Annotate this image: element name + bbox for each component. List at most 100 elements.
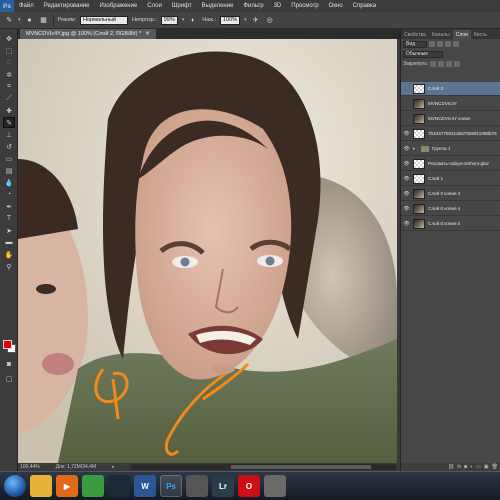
menu-window[interactable]: Окно [324,3,348,9]
layer-row[interactable]: 👁 Слой 0 копия 5 [401,217,500,231]
lock-pixels-icon[interactable] [438,61,445,67]
filter-pixel-icon[interactable] [429,41,435,47]
layer-row[interactable]: 👁 Рисовать-nabуa-orehom-glaz [401,157,500,171]
dodge-icon[interactable]: ◔ [3,189,15,200]
foreground-color-swatch[interactable] [3,340,12,349]
app-icon[interactable] [186,475,208,497]
lightroom-icon[interactable]: Lr [212,475,234,497]
eye-icon[interactable]: 👁 [403,190,410,197]
menu-image[interactable]: Изображение [94,3,142,9]
explorer-icon[interactable] [30,475,52,497]
eye-icon[interactable]: 👁 [403,175,410,182]
photoshop-icon[interactable]: Ps [160,475,182,497]
menu-file[interactable]: Файл [14,3,39,9]
delete-layer-icon[interactable]: 🗑 [492,464,498,470]
start-button[interactable] [4,475,26,497]
filter-shape-icon[interactable] [453,41,459,47]
eye-icon[interactable] [403,100,410,107]
lasso-icon[interactable]: ◌ [3,57,15,68]
document-canvas[interactable] [18,39,397,463]
lock-all-icon[interactable] [454,61,461,67]
eyedropper-icon[interactable]: ⟋ [3,93,15,104]
brush-preset-icon[interactable]: ✎ [4,15,14,25]
quick-select-icon[interactable]: ✲ [3,69,15,80]
layer-style-icon[interactable]: fx [457,464,461,470]
flow-field[interactable]: 100% [220,15,241,25]
layer-row[interactable]: 👁 7b434770021ab57559911388b76 [401,127,500,141]
horizontal-scrollbar[interactable] [130,464,396,470]
blend-mode-select[interactable]: Обычные [403,50,443,58]
layer-row[interactable]: Слой 2 [401,82,500,96]
airbrush-icon[interactable]: ✈ [251,15,261,25]
pressure-size-icon[interactable]: ◎ [265,15,275,25]
eye-icon[interactable] [403,85,410,92]
media-player-icon[interactable]: ▶ [56,475,78,497]
eraser-icon[interactable]: ▭ [3,153,15,164]
clone-stamp-icon[interactable]: ⊥ [3,129,15,140]
eye-icon[interactable]: 👁 [403,160,410,167]
scrollbar-thumb[interactable] [230,465,371,469]
pressure-opacity-icon[interactable]: ◐ [188,15,198,25]
filter-adjustment-icon[interactable] [437,41,443,47]
tab-channels[interactable]: Каналы [429,30,453,39]
layer-row[interactable]: 👁 Слой 1 [401,172,500,186]
gradient-icon[interactable]: ▤ [3,165,15,176]
layer-group-row[interactable]: 👁 ▸ Группа 1 [401,142,500,156]
chevron-down-icon[interactable]: ▾ [18,17,21,23]
steam-icon[interactable] [108,475,130,497]
screen-mode-icon[interactable]: ▢ [3,373,15,384]
opera-icon[interactable]: O [238,475,260,497]
chrome-icon[interactable] [82,475,104,497]
layer-row[interactable]: MVNCDVIc4Y копия [401,112,500,126]
new-layer-icon[interactable]: ▣ [484,464,489,470]
adjustment-layer-icon[interactable]: ◐ [470,464,473,470]
new-group-icon[interactable]: ▭ [476,464,481,470]
eye-icon[interactable]: 👁 [403,145,410,152]
layer-row[interactable]: MVNCDVIc4Y [401,97,500,111]
eye-icon[interactable]: 👁 [403,220,410,227]
brush-icon[interactable]: ✎ [3,117,15,128]
lock-position-icon[interactable] [446,61,453,67]
menu-edit[interactable]: Редактирование [39,3,95,9]
mode-select[interactable]: Нормальный [80,15,129,25]
tab-brush[interactable]: Кисть [471,30,490,39]
zoom-level[interactable]: 100,44% [20,464,40,470]
word-icon[interactable]: W [134,475,156,497]
menu-layers[interactable]: Слои [142,3,167,9]
path-select-icon[interactable]: ➤ [3,225,15,236]
crop-icon[interactable]: ⌗ [3,81,15,92]
tab-properties[interactable]: Свойства [401,30,429,39]
app-icon[interactable] [264,475,286,497]
healing-icon[interactable]: ✚ [3,105,15,116]
document-tab[interactable]: MVNCDVIc4Y.jpg @ 100% (Слой 2, RGB/8#) *… [20,29,156,39]
layer-row[interactable]: 👁 Слой 0 копия 3 [401,187,500,201]
close-icon[interactable]: ✕ [145,31,150,37]
flow-dropdown-icon[interactable]: ▾ [244,17,247,23]
zoom-icon[interactable]: ⚲ [3,261,15,272]
menu-help[interactable]: Справка [348,3,382,9]
pen-icon[interactable]: ✒ [3,201,15,212]
layer-kind-filter[interactable]: Вид [403,40,427,48]
lock-transparent-icon[interactable] [430,61,437,67]
eye-icon[interactable]: 👁 [403,130,410,137]
menu-view[interactable]: Просмотр [286,3,323,9]
type-icon[interactable]: T [3,213,15,224]
move-icon[interactable]: ✥ [3,33,15,44]
marquee-icon[interactable]: ⬚ [3,45,15,56]
chevron-right-icon[interactable]: ▸ [413,146,418,152]
brush-size-icon[interactable]: ● [25,15,35,25]
tab-layers[interactable]: Слои [452,30,471,39]
opacity-dropdown-icon[interactable]: ▾ [182,17,185,23]
menu-3d[interactable]: 3D [269,3,287,9]
menu-select[interactable]: Выделение [197,3,239,9]
eye-icon[interactable]: 👁 [403,205,410,212]
shape-icon[interactable]: ▬ [3,237,15,248]
filter-type-icon[interactable] [445,41,451,47]
chevron-right-icon[interactable]: ▸ [112,464,115,470]
menu-type[interactable]: Шрифт [167,3,197,9]
add-mask-icon[interactable]: ◙ [464,464,467,470]
eye-icon[interactable] [403,115,410,122]
history-brush-icon[interactable]: ↺ [3,141,15,152]
quick-mask-icon[interactable]: ◙ [3,359,15,370]
link-layers-icon[interactable]: ⛓ [448,464,454,470]
